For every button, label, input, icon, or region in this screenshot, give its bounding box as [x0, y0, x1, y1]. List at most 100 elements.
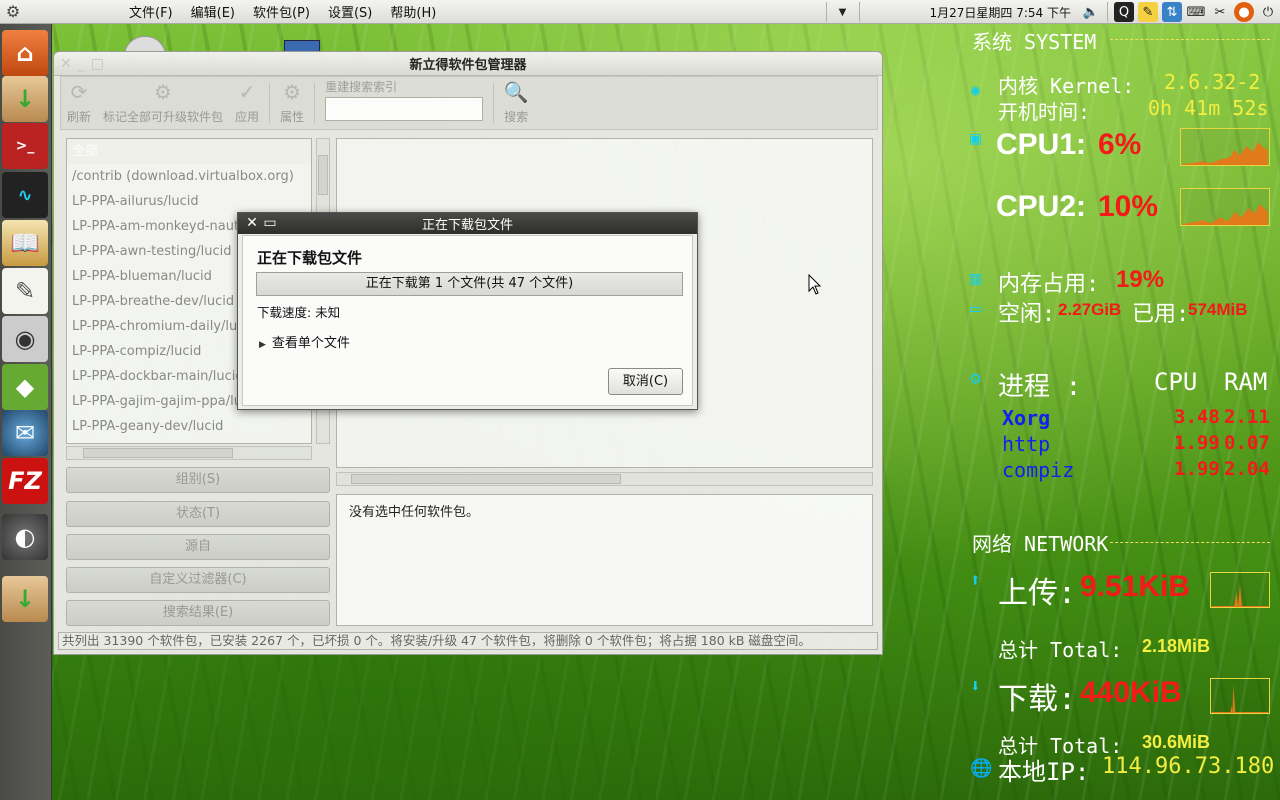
thunderbird-icon[interactable]: ✉: [2, 410, 48, 456]
uptime-value: 0h 41m 52s: [1148, 96, 1269, 120]
menu-package[interactable]: 软件包(P): [244, 2, 319, 21]
download-dialog: ✕ ▭ 正在下载包文件 正在下载包文件 正在下载第 1 个文件(共 47 个文件…: [237, 212, 698, 410]
text-editor-icon[interactable]: ✎: [2, 268, 48, 314]
download-speed: 下载速度: 未知: [257, 305, 341, 320]
process-cpu: 3.48: [1174, 406, 1220, 428]
process-name: http: [1002, 432, 1051, 456]
filezilla-icon[interactable]: FZ: [2, 458, 48, 504]
cpu-icon: ▣: [970, 128, 981, 149]
apply-label: 应用: [235, 110, 260, 124]
upload-label: 上传:: [998, 576, 1077, 611]
ubuntu-logo-icon[interactable]: ⚙: [2, 1, 24, 23]
close-icon[interactable]: ✕: [244, 215, 260, 231]
custom-filters-button[interactable]: 自定义过滤器(C): [66, 567, 330, 593]
globe-icon: 🌐: [970, 758, 993, 779]
upload-value: 9.51KiB: [1080, 570, 1191, 603]
volume-icon[interactable]: 🔈: [1081, 2, 1101, 22]
process-label: 进程 :: [998, 372, 1082, 402]
groups-button[interactable]: 组别(S): [66, 467, 330, 493]
mark-all-upgrades-button[interactable]: ⚙ 标记全部可升级软件包: [103, 80, 223, 125]
search-results-button[interactable]: 搜索结果(E): [66, 600, 330, 626]
maximize-icon[interactable]: ▭: [262, 215, 278, 231]
apply-button[interactable]: ✓ 应用: [235, 80, 259, 125]
panel-menu-arrow-icon[interactable]: ▼: [833, 2, 853, 22]
cpu2-value: 10%: [1098, 190, 1159, 223]
ip-value: 114.96.73.180: [1102, 754, 1275, 779]
origin-button[interactable]: 源自: [66, 534, 330, 560]
list-item[interactable]: /contrib (download.virtualbox.org): [67, 164, 311, 189]
expander-label: 查看单个文件: [271, 336, 350, 351]
download-graph: [1210, 678, 1270, 714]
list-item[interactable]: LP-PPA-geany-dev/lucid: [67, 414, 311, 439]
book-icon[interactable]: 📖: [2, 220, 48, 266]
maximize-icon[interactable]: □: [91, 56, 104, 72]
menu-settings[interactable]: 设置(S): [319, 2, 381, 21]
used-label: 已用:: [1132, 302, 1190, 327]
firefox-dock-icon[interactable]: ◐: [2, 514, 48, 560]
software-center-icon[interactable]: ◆: [2, 364, 48, 410]
home-folder-icon[interactable]: ⌂: [2, 30, 48, 76]
cpu2-label: CPU2:: [996, 190, 1087, 223]
download-total-value: 30.6MiB: [1142, 732, 1211, 752]
qq-icon[interactable]: Q: [1114, 2, 1134, 22]
notes-icon[interactable]: ✎: [1138, 2, 1158, 22]
gear-icon: ✺: [970, 80, 981, 101]
upload-graph: [1210, 572, 1270, 608]
network-icon[interactable]: ⇅: [1162, 2, 1182, 22]
package-list-hscrollbar[interactable]: [336, 472, 873, 486]
status-button[interactable]: 状态(T): [66, 501, 330, 527]
process-ram: 2.04: [1224, 458, 1270, 480]
dialog-titlebar[interactable]: ✕ ▭ 正在下载包文件: [238, 213, 697, 234]
keyboard-icon[interactable]: ⌨: [1186, 2, 1206, 22]
cancel-button[interactable]: 取消(C): [608, 368, 683, 395]
status-bar: 共列出 31390 个软件包，已安装 2267 个，已坏损 0 个。将安装/升级…: [58, 632, 878, 650]
clock[interactable]: 1月27日星期四 7:54 下午: [930, 4, 1071, 21]
filter-list-hscrollbar[interactable]: [66, 446, 312, 460]
cpu2-graph: [1180, 188, 1270, 226]
progress-text: 正在下载第 1 个文件(共 47 个文件): [365, 276, 574, 291]
quick-search: 重建搜索索引: [325, 78, 484, 121]
top-panel: ⚙ 文件(F) 编辑(E) 软件包(P) 设置(S) 帮助(H) ▼ 1月27日…: [0, 0, 1280, 24]
window-titlebar[interactable]: ✕ _ □ 新立得软件包管理器: [54, 52, 882, 76]
firefox-icon[interactable]: ●: [1234, 2, 1254, 22]
conky-monitor: 系统 SYSTEM ✺ 内核 Kernel: 2.6.32-2 开机时间: 0h…: [962, 24, 1280, 800]
cpu1-graph: [1180, 128, 1270, 166]
menu-help[interactable]: 帮助(H): [381, 2, 445, 21]
scrollbar-thumb[interactable]: [351, 474, 621, 484]
minimize-icon[interactable]: _: [78, 56, 85, 72]
list-item[interactable]: 全部: [67, 139, 311, 164]
camera-icon[interactable]: ◉: [2, 316, 48, 362]
power-icon[interactable]: ⏻: [1258, 2, 1278, 22]
process-cpu: 1.99: [1174, 432, 1220, 454]
window-controls: ✕ _ □: [60, 56, 104, 72]
list-item[interactable]: LP-PPA-ailurus/lucid: [67, 189, 311, 214]
tools-icon[interactable]: ✂: [1210, 2, 1230, 22]
process-cpu: 1.99: [1174, 458, 1220, 480]
mouse-cursor-icon: [808, 274, 822, 295]
dock: ⌂ ↓ >_ ∿ 📖 ✎ ◉ ◆ ✉ FZ ◐ ↓: [0, 24, 52, 800]
terminal-icon[interactable]: >_: [2, 123, 48, 169]
download-box-icon[interactable]: ↓: [2, 76, 48, 122]
search-label: 搜索: [504, 110, 529, 124]
dialog-body: 正在下载包文件 正在下载第 1 个文件(共 47 个文件) 下载速度: 未知 ▶…: [242, 235, 693, 406]
download-arrow-icon: ⬇: [970, 676, 981, 697]
window-title: 新立得软件包管理器: [409, 58, 527, 73]
close-icon[interactable]: ✕: [60, 56, 72, 72]
show-files-expander[interactable]: ▶ 查看单个文件: [259, 332, 350, 351]
process-ram-header: RAM: [1224, 368, 1268, 396]
scrollbar-thumb[interactable]: [83, 448, 233, 458]
scrollbar-thumb[interactable]: [318, 155, 328, 195]
used-value: 574MiB: [1188, 300, 1248, 319]
download-progress-bar: 正在下载第 1 个文件(共 47 个文件): [256, 272, 683, 296]
package-install-icon[interactable]: ↓: [2, 576, 48, 622]
mark-all-upgrades-label: 标记全部可升级软件包: [103, 110, 224, 124]
toolbar-separator: [493, 83, 495, 123]
refresh-button[interactable]: ⟳ 刷新: [67, 80, 91, 125]
menu-file[interactable]: 文件(F): [120, 2, 182, 21]
search-input[interactable]: [325, 97, 484, 121]
search-button[interactable]: 🔍 搜索: [504, 80, 529, 125]
menu-edit[interactable]: 编辑(E): [182, 2, 244, 21]
properties-button[interactable]: ⚙ 属性: [280, 80, 304, 125]
system-monitor-icon[interactable]: ∿: [2, 172, 48, 218]
expander-arrow-icon: ▶: [259, 340, 266, 350]
